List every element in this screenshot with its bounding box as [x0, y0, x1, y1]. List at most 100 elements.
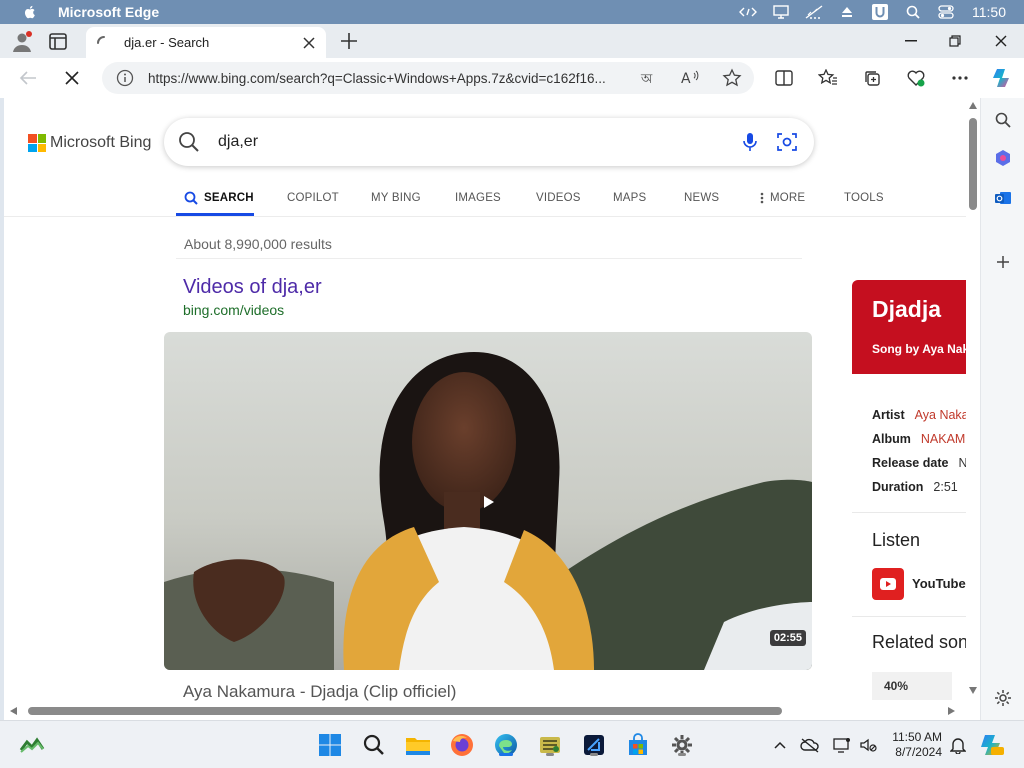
- fact-row-artist: Artist Aya Nakamura: [872, 408, 966, 422]
- network-off-icon[interactable]: [797, 0, 830, 24]
- show-hidden-icons-chevron-icon[interactable]: [766, 731, 794, 759]
- profile-icon[interactable]: [10, 30, 34, 54]
- stop-loading-icon[interactable]: [60, 66, 84, 90]
- media-app-icon[interactable]: [580, 731, 608, 759]
- volume-muted-icon[interactable]: [854, 731, 882, 759]
- sidebar-shopping-icon[interactable]: [991, 146, 1015, 170]
- vertical-scroll-thumb[interactable]: [969, 118, 977, 210]
- eject-icon[interactable]: [830, 0, 863, 24]
- site-info-icon[interactable]: [116, 69, 134, 87]
- utility-app-icon[interactable]: [536, 731, 564, 759]
- scope-label: MORE: [770, 192, 806, 204]
- sidebar-outlook-icon[interactable]: [991, 186, 1015, 210]
- read-aloud-icon[interactable]: A: [680, 68, 700, 88]
- scroll-down-arrow-icon[interactable]: [969, 687, 977, 694]
- close-window-icon[interactable]: [978, 24, 1024, 58]
- notification-bell-icon[interactable]: [944, 731, 972, 759]
- scope-news[interactable]: NEWS: [684, 180, 719, 216]
- more-menu-icon[interactable]: [948, 66, 972, 90]
- firefox-icon[interactable]: [448, 731, 476, 759]
- taskbar-date: 8/7/2024: [895, 745, 942, 759]
- videos-heading-link[interactable]: Videos of dja,er: [183, 276, 322, 299]
- control-center-icon[interactable]: [929, 0, 962, 24]
- menubar-clock[interactable]: 11:50: [962, 4, 1024, 20]
- scope-videos[interactable]: VIDEOS: [536, 180, 581, 216]
- sidebar-search-icon[interactable]: [991, 108, 1015, 132]
- translate-icon[interactable]: অ: [640, 68, 660, 88]
- taskbar-clock[interactable]: 11:50 AM 8/7/2024: [886, 730, 942, 760]
- copilot-icon[interactable]: [990, 66, 1014, 90]
- active-tab[interactable]: dja.er - Search: [86, 27, 326, 58]
- tab-actions-icon[interactable]: [48, 32, 70, 52]
- sidebar-add-icon[interactable]: [991, 250, 1015, 274]
- split-screen-icon[interactable]: [772, 66, 796, 90]
- copilot-pre-icon[interactable]: [978, 731, 1006, 759]
- scope-search[interactable]: SEARCH: [176, 180, 254, 216]
- favorite-star-icon[interactable]: [722, 68, 742, 88]
- related-song-match[interactable]: 40%: [872, 672, 952, 700]
- scope-images[interactable]: IMAGES: [455, 180, 501, 216]
- code-icon[interactable]: [731, 0, 764, 24]
- search-icon[interactable]: [896, 0, 929, 24]
- fact-value-link[interactable]: NAKAMURA: [921, 432, 966, 446]
- widgets-icon[interactable]: [18, 731, 46, 759]
- restore-icon[interactable]: [932, 24, 978, 58]
- knowledge-title[interactable]: Djadja: [872, 296, 941, 323]
- browser-essentials-icon[interactable]: [904, 66, 928, 90]
- favorites-icon[interactable]: [816, 66, 840, 90]
- horizontal-scroll-thumb[interactable]: [28, 707, 782, 715]
- scope-maps[interactable]: MAPS: [613, 180, 646, 216]
- start-windows-icon[interactable]: [316, 731, 344, 759]
- video-title[interactable]: Aya Nakamura - Djadja (Clip officiel): [183, 682, 456, 702]
- search-query[interactable]: dja,er: [218, 133, 258, 151]
- scroll-right-arrow-icon[interactable]: [948, 707, 955, 715]
- onedrive-icon[interactable]: [796, 731, 824, 759]
- back-arrow-icon[interactable]: [16, 66, 40, 90]
- scope-label: MY BING: [371, 192, 421, 204]
- scope-more[interactable]: MORE: [760, 180, 805, 216]
- scope-copilot[interactable]: COPILOT: [287, 180, 339, 216]
- app-name[interactable]: Microsoft Edge: [58, 4, 159, 20]
- file-explorer-icon[interactable]: [404, 731, 432, 759]
- visual-search-icon[interactable]: [776, 131, 798, 153]
- youtube-icon[interactable]: [872, 568, 904, 600]
- svg-text:A: A: [681, 71, 691, 87]
- scroll-left-arrow-icon[interactable]: [10, 707, 17, 715]
- display-icon[interactable]: [828, 731, 856, 759]
- apple-icon[interactable]: [22, 4, 38, 20]
- search-box[interactable]: dja,er: [164, 118, 814, 166]
- vertical-scrollbar[interactable]: [966, 98, 980, 702]
- youtube-link[interactable]: YouTube: [912, 576, 966, 591]
- collections-icon[interactable]: [860, 66, 884, 90]
- fact-label: Album: [872, 432, 911, 446]
- page-viewport[interactable]: Microsoft Bing dja,er SEARCH COPILOT MY …: [4, 98, 966, 702]
- horizontal-scrollbar[interactable]: [4, 702, 980, 720]
- scroll-up-arrow-icon[interactable]: [969, 102, 977, 109]
- settings-gear-icon[interactable]: [668, 731, 696, 759]
- fact-value-link[interactable]: Aya Nakamura: [915, 408, 966, 422]
- taskbar-search-icon[interactable]: [360, 731, 388, 759]
- monitor-icon[interactable]: [764, 0, 797, 24]
- sidebar-settings-gear-icon[interactable]: [991, 686, 1015, 710]
- scope-label: IMAGES: [455, 192, 501, 204]
- address-bar[interactable]: https://www.bing.com/search?q=Classic+Wi…: [102, 62, 754, 94]
- new-tab-icon[interactable]: [340, 32, 358, 50]
- microphone-icon[interactable]: [740, 131, 760, 153]
- scope-label: NEWS: [684, 192, 720, 204]
- url-text[interactable]: https://www.bing.com/search?q=Classic+Wi…: [148, 71, 628, 86]
- edge-taskbar-icon[interactable]: [492, 731, 520, 759]
- videos-source-url[interactable]: bing.com/videos: [183, 302, 284, 318]
- close-tab-icon[interactable]: [302, 36, 316, 50]
- bing-logo[interactable]: Microsoft Bing: [28, 134, 151, 152]
- user-switch-icon[interactable]: [863, 0, 896, 24]
- fact-row-duration: Duration 2:51: [872, 480, 958, 494]
- scope-my-bing[interactable]: MY BING: [371, 180, 421, 216]
- play-icon[interactable]: [484, 496, 494, 508]
- edge-sidebar: [980, 98, 1024, 720]
- scope-tools[interactable]: TOOLS: [844, 180, 884, 216]
- minimize-icon[interactable]: [888, 24, 934, 58]
- loading-spinner-icon: [97, 35, 105, 44]
- store-icon[interactable]: [624, 731, 652, 759]
- fact-label: Artist: [872, 408, 905, 422]
- video-thumbnail[interactable]: 02:55: [164, 332, 812, 670]
